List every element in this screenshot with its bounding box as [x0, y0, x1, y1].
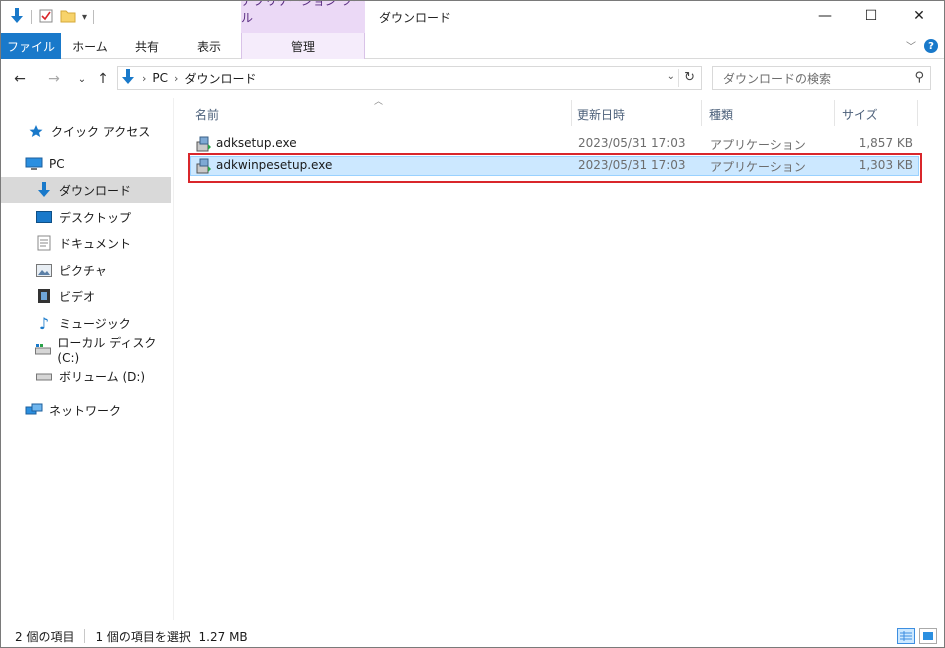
title-bar: ▾ アプリケーション ツール ダウンロード — ☐ ✕ [1, 1, 944, 33]
file-type: アプリケーション [710, 138, 806, 152]
file-date: 2023/05/31 17:03 [578, 136, 686, 150]
download-icon [35, 181, 53, 199]
sidebar-item-pictures[interactable]: ピクチャ [1, 257, 171, 283]
address-bar[interactable]: › PC › ダウンロード ⌄ ↻ [117, 66, 702, 90]
breadcrumb-chevron-icon[interactable]: › [174, 72, 178, 85]
navigation-pane: クイック アクセス PC ダウンロード デスクトップ ドキュメント ピクチャ ビ… [1, 98, 174, 620]
tab-file[interactable]: ファイル [1, 33, 61, 59]
video-icon [35, 287, 53, 305]
breadcrumb-downloads[interactable]: ダウンロード [184, 70, 256, 87]
minimize-button[interactable]: — [802, 1, 848, 31]
music-icon: ♪ [38, 313, 50, 333]
navigation-bar: ← → ⌄ ↑ › PC › ダウンロード ⌄ ↻ ダウンロードの検索 ⚲ [1, 60, 944, 98]
large-icons-view-icon[interactable] [919, 628, 937, 644]
column-divider[interactable] [917, 100, 918, 126]
sidebar-item-pc[interactable]: PC [1, 151, 171, 177]
status-bar: 2 個の項目 1 個の項目を選択 1.27 MB [1, 624, 944, 647]
sidebar-item-label: ネットワーク [49, 403, 122, 418]
column-size-header[interactable]: サイズ [842, 102, 878, 126]
sidebar-item-label: ドキュメント [59, 236, 132, 251]
column-name-header[interactable]: 名前 [195, 102, 219, 126]
table-row[interactable]: adksetup.exe 2023/05/31 17:03 アプリケーション 1… [190, 134, 919, 154]
forward-arrow-icon[interactable]: → [45, 70, 63, 88]
sidebar-item-label: クイック アクセス [51, 124, 151, 139]
selection-highlight [188, 153, 922, 183]
sidebar-item-quick-access[interactable]: クイック アクセス [1, 118, 171, 144]
column-divider[interactable] [834, 100, 835, 126]
help-icon[interactable]: ? [924, 39, 938, 53]
drive-d-icon [35, 367, 53, 385]
tab-home[interactable]: ホーム [65, 33, 115, 59]
expand-ribbon-icon[interactable]: ﹀ [906, 38, 916, 53]
status-selection: 1 個の項目を選択 1.27 MB [95, 629, 248, 644]
context-tab-header: アプリケーション ツール [241, 1, 365, 33]
download-location-icon [120, 68, 136, 89]
close-button[interactable]: ✕ [896, 1, 942, 31]
drive-c-icon [35, 340, 52, 358]
properties-icon[interactable] [38, 8, 54, 27]
sidebar-item-documents[interactable]: ドキュメント [1, 230, 171, 256]
star-icon [27, 122, 45, 140]
file-size: 1,857 KB [858, 136, 913, 150]
explorer-window: ▾ アプリケーション ツール ダウンロード — ☐ ✕ ファイル ホーム 共有 … [0, 0, 945, 648]
sidebar-item-label: デスクトップ [59, 210, 132, 225]
sidebar-item-music[interactable]: ♪ ミュージック [1, 310, 171, 336]
sidebar-item-volume-d[interactable]: ボリューム (D:) [1, 363, 171, 389]
sidebar-item-downloads[interactable]: ダウンロード [1, 177, 171, 203]
tab-share[interactable]: 共有 [125, 33, 169, 59]
sidebar-item-label: PC [49, 157, 65, 171]
column-type-header[interactable]: 種類 [709, 102, 733, 126]
installer-icon [196, 136, 212, 152]
search-placeholder: ダウンロードの検索 [723, 71, 832, 86]
status-divider [84, 629, 86, 643]
back-arrow-icon[interactable]: ← [11, 70, 29, 88]
sidebar-item-label: ミュージック [59, 316, 131, 331]
network-icon [25, 401, 43, 419]
toolbar-separator [93, 10, 95, 24]
tab-manage[interactable]: 管理 [241, 33, 365, 59]
refresh-icon[interactable]: ↻ [684, 70, 695, 85]
window-title: ダウンロード [379, 11, 452, 25]
pictures-icon [35, 261, 53, 279]
status-item-count: 2 個の項目 [15, 629, 75, 644]
sidebar-item-label: ビデオ [59, 289, 96, 304]
ribbon-tabs: ファイル ホーム 共有 表示 管理 ﹀ ? [1, 33, 944, 59]
sidebar-item-label: ローカル ディスク (C:) [57, 335, 157, 365]
up-arrow-icon[interactable]: ↑ [94, 70, 112, 88]
customize-toolbar-icon[interactable]: ▾ [82, 12, 87, 23]
sidebar-item-local-disk-c[interactable]: ローカル ディスク (C:) [1, 335, 171, 365]
search-input[interactable]: ダウンロードの検索 ⚲ [712, 66, 931, 90]
address-dropdown-icon[interactable]: ⌄ [667, 71, 675, 82]
column-divider[interactable] [701, 100, 702, 126]
breadcrumb-pc[interactable]: PC [152, 71, 168, 85]
sidebar-item-label: ダウンロード [59, 183, 132, 198]
sidebar-item-videos[interactable]: ビデオ [1, 283, 171, 309]
maximize-button[interactable]: ☐ [848, 1, 894, 31]
recent-locations-icon[interactable]: ⌄ [73, 70, 91, 88]
quick-access-toolbar: ▾ [9, 7, 95, 28]
desktop-icon [35, 208, 53, 226]
toolbar-separator [31, 10, 32, 24]
details-view-icon[interactable] [897, 628, 915, 644]
sidebar-item-label: ピクチャ [59, 263, 107, 278]
document-icon [35, 234, 53, 252]
tab-view[interactable]: 表示 [186, 33, 232, 59]
breadcrumb-chevron-icon[interactable]: › [142, 72, 146, 85]
new-folder-icon[interactable] [60, 8, 76, 27]
sort-ascending-icon: ︿ [374, 97, 384, 107]
sidebar-item-network[interactable]: ネットワーク [1, 397, 171, 423]
computer-icon [25, 155, 43, 173]
file-name: adksetup.exe [216, 136, 297, 150]
column-divider[interactable] [571, 100, 572, 126]
address-divider [678, 69, 679, 87]
sidebar-item-label: ボリューム (D:) [59, 369, 146, 384]
column-date-header[interactable]: 更新日時 [577, 102, 625, 126]
search-icon[interactable]: ⚲ [914, 70, 924, 85]
download-folder-icon[interactable] [9, 7, 25, 28]
sidebar-item-desktop[interactable]: デスクトップ [1, 204, 171, 230]
